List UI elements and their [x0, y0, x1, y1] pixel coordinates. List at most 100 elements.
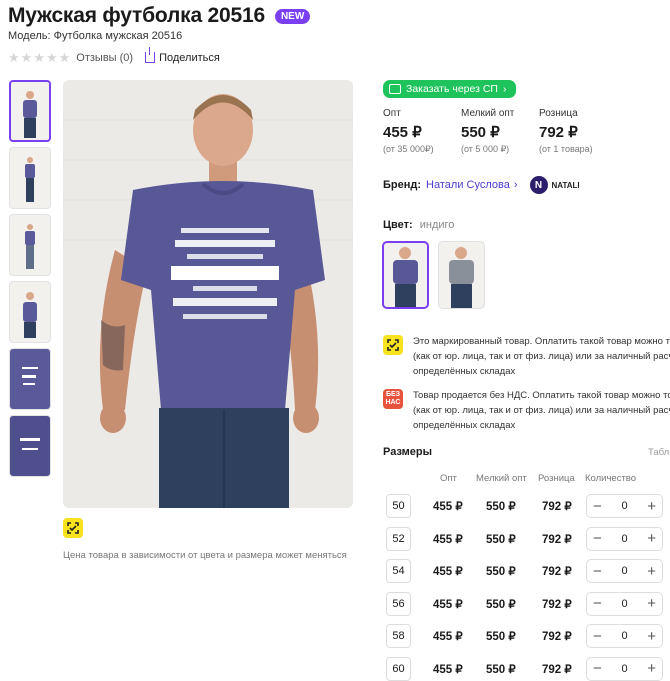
marking-icon [383, 335, 403, 355]
cart-icon [389, 84, 401, 94]
price-small-opt: 550 ₽ [486, 501, 516, 513]
share-label: Поделиться [159, 51, 220, 64]
quantity-value[interactable]: 0 [621, 630, 627, 642]
size-label: 56 [386, 591, 411, 616]
notice-line: (как от юр. лица, так и от физ. лица) ил… [413, 351, 670, 362]
minus-button[interactable]: − [593, 564, 602, 579]
thumbnail-figure [25, 157, 35, 202]
price-opt: 455 ₽ [433, 533, 463, 546]
price-tier-wholesale: Опт 455 ₽ (от 35 000₽) [383, 108, 461, 155]
price-retail: 792 ₽ [542, 501, 572, 513]
plus-button[interactable]: + [647, 499, 656, 514]
size-table-link[interactable]: Табли [648, 447, 670, 458]
new-badge: NEW [274, 8, 311, 24]
price-retail: 792 ₽ [542, 566, 572, 578]
quantity-value[interactable]: 0 [621, 598, 627, 610]
thumbnail-fabric[interactable] [9, 415, 51, 477]
price-small-opt: 550 ₽ [486, 566, 516, 578]
size-row: 60 455 ₽ 550 ₽ 792 ₽ − 0 + [386, 656, 670, 681]
column-header-quantity: Количество [585, 473, 637, 484]
price-retail: 792 ₽ [542, 631, 572, 643]
thumbnail-full-body[interactable] [9, 147, 51, 209]
size-label: 58 [386, 624, 411, 648]
column-header-small-opt: Мелкий опт [476, 473, 527, 484]
price-tier-threshold: (от 1 товара) [539, 144, 593, 154]
price-opt: 455 ₽ [433, 663, 463, 676]
thumbnail-figure [25, 224, 35, 269]
main-product-photo[interactable] [63, 80, 353, 508]
plus-button[interactable]: + [647, 629, 656, 644]
thumbnail-front[interactable] [9, 80, 51, 142]
sizes-title: Размеры [383, 446, 433, 458]
price-tier-label: Мелкий опт [461, 108, 515, 119]
thumbnail-pose[interactable] [9, 214, 51, 276]
no-vat-icon: БЕЗ НАС [383, 389, 403, 409]
quantity-stepper: − 0 + [586, 494, 663, 518]
brand-link[interactable]: Натали Суслова [426, 179, 510, 191]
color-swatches [382, 241, 485, 309]
size-row: 58 455 ₽ 550 ₽ 792 ₽ − 0 + [386, 624, 670, 648]
share-button[interactable]: Поделиться [145, 47, 220, 64]
share-icon [145, 47, 156, 63]
minus-button[interactable]: − [593, 531, 602, 546]
price-tier-value: 455 ₽ [383, 124, 422, 141]
no-vat-notice: БЕЗ НАС Товар продается без НДС. Оплатит… [383, 388, 670, 433]
color-swatch-grey[interactable] [438, 241, 485, 309]
thumbnail-print-detail[interactable] [9, 348, 51, 410]
price-opt: 455 ₽ [433, 501, 463, 513]
price-note: Цена товара в зависимости от цвета и раз… [63, 550, 347, 561]
chevron-right-icon: › [502, 83, 507, 95]
price-retail: 792 ₽ [542, 533, 572, 546]
notice-line: определённых складах [413, 420, 516, 431]
plus-button[interactable]: + [647, 596, 656, 611]
thumbnail-print [22, 367, 38, 385]
minus-button[interactable]: − [593, 596, 602, 611]
notice-line: (как от юр. лица, так и от физ. лица) ил… [413, 405, 670, 416]
order-button-label: Заказать через СП [406, 83, 498, 95]
minus-button[interactable]: − [593, 629, 602, 644]
size-row: 56 455 ₽ 550 ₽ 792 ₽ − 0 + [386, 591, 670, 616]
price-tier-threshold: (от 5 000 ₽) [461, 144, 510, 154]
size-row: 50 455 ₽ 550 ₽ 792 ₽ − 0 + [386, 494, 670, 518]
notice-line: определённых складах [413, 366, 516, 377]
notice-line: Это маркированный товар. Оплатить такой … [413, 336, 670, 347]
price-small-opt: 550 ₽ [486, 631, 516, 643]
quantity-value[interactable]: 0 [621, 500, 627, 512]
price-small-opt: 550 ₽ [486, 663, 516, 676]
swatch-image [393, 247, 418, 307]
price-tier-threshold: (от 35 000₽) [383, 144, 434, 154]
price-opt: 455 ₽ [433, 598, 463, 611]
plus-button[interactable]: + [647, 661, 656, 676]
quantity-stepper: − 0 + [586, 526, 663, 551]
thumbnail-list [9, 80, 51, 482]
color-swatch-indigo[interactable] [382, 241, 429, 309]
rating-row: ★ ★ ★ ★ ★ Отзывы (0) Поделиться [8, 47, 220, 64]
size-label: 54 [386, 559, 411, 583]
size-row: 54 455 ₽ 550 ₽ 792 ₽ − 0 + [386, 559, 670, 583]
color-value: индиго [419, 219, 455, 231]
plus-button[interactable]: + [647, 531, 656, 546]
reviews-link[interactable]: Отзывы (0) [76, 52, 133, 64]
product-photo-image [63, 80, 353, 508]
price-tier-value: 550 ₽ [461, 124, 500, 141]
plus-button[interactable]: + [647, 564, 656, 579]
marking-notice: Это маркированный товар. Оплатить такой … [383, 334, 670, 379]
minus-button[interactable]: − [593, 499, 602, 514]
thumbnail-side[interactable] [9, 281, 51, 343]
quantity-value[interactable]: 0 [621, 533, 627, 545]
quantity-stepper: − 0 + [586, 559, 663, 583]
brand-logo[interactable]: N [529, 176, 548, 194]
quantity-value[interactable]: 0 [621, 663, 627, 675]
price-tiers: Опт 455 ₽ (от 35 000₽) Мелкий опт 550 ₽ … [383, 108, 617, 155]
color-row: Цвет: индиго [383, 219, 454, 231]
quantity-value[interactable]: 0 [621, 565, 627, 577]
quantity-stepper: − 0 + [586, 656, 663, 681]
minus-button[interactable]: − [593, 661, 602, 676]
price-tier-value: 792 ₽ [539, 124, 578, 141]
column-header-opt: Опт [440, 473, 457, 484]
column-header-retail: Розница [538, 473, 575, 484]
quantity-stepper: − 0 + [586, 591, 663, 616]
brand-label: Бренд: [383, 179, 422, 191]
swatch-image [449, 247, 474, 308]
order-via-sp-button[interactable]: Заказать через СП › [383, 80, 517, 98]
